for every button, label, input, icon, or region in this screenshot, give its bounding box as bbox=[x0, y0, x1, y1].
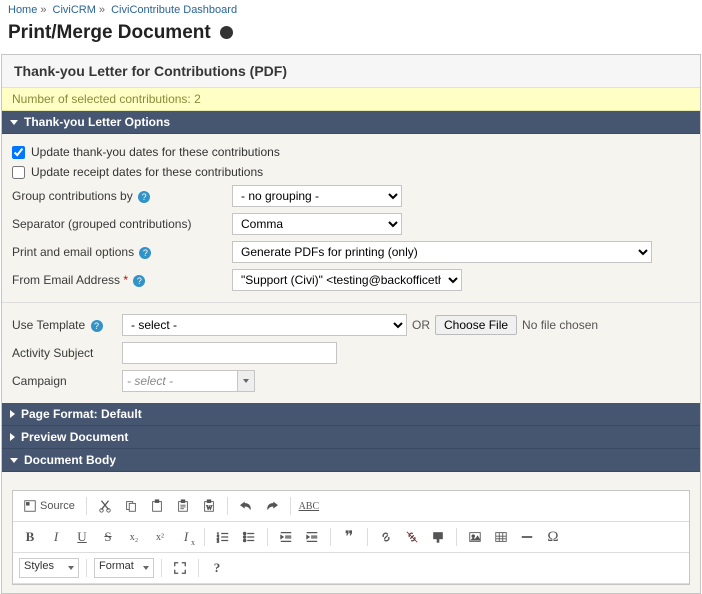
unlink-icon[interactable] bbox=[401, 526, 423, 548]
spellcheck-icon[interactable]: ABC bbox=[298, 495, 320, 517]
separator-select[interactable]: Comma bbox=[232, 213, 402, 235]
gear-icon[interactable] bbox=[220, 26, 233, 39]
help-icon[interactable]: ? bbox=[91, 320, 103, 332]
paste-icon[interactable] bbox=[146, 495, 168, 517]
editor-toolbar-3: Styles Format ? bbox=[13, 553, 689, 584]
page-title: Print/Merge Document bbox=[0, 20, 702, 54]
anchor-icon[interactable] bbox=[427, 526, 449, 548]
print-email-select[interactable]: Generate PDFs for printing (only) bbox=[232, 241, 652, 263]
accordion-body[interactable]: Document Body bbox=[2, 449, 700, 472]
bold-button[interactable]: B bbox=[19, 526, 41, 548]
document-body-pane: Source W ABC B I U S x₂ x² bbox=[2, 472, 700, 593]
help-icon[interactable]: ? bbox=[133, 275, 145, 287]
dialog-title: Thank-you Letter for Contributions (PDF) bbox=[2, 55, 700, 87]
svg-text:W: W bbox=[206, 506, 212, 512]
or-label: OR bbox=[412, 318, 430, 332]
copy-icon[interactable] bbox=[120, 495, 142, 517]
update-thankyou-checkbox[interactable] bbox=[12, 146, 25, 159]
italic-button[interactable]: I bbox=[45, 526, 67, 548]
maximize-icon[interactable] bbox=[169, 557, 191, 579]
no-file-label: No file chosen bbox=[522, 318, 598, 332]
paste-text-icon[interactable] bbox=[172, 495, 194, 517]
help-icon[interactable]: ? bbox=[139, 247, 151, 259]
special-char-icon[interactable]: Ω bbox=[542, 526, 564, 548]
group-by-select[interactable]: - no grouping - bbox=[232, 185, 402, 207]
chevron-right-icon bbox=[10, 410, 15, 418]
table-icon[interactable] bbox=[490, 526, 512, 548]
breadcrumb-home[interactable]: Home bbox=[8, 4, 37, 16]
superscript-button[interactable]: x² bbox=[149, 526, 171, 548]
choose-file-button[interactable]: Choose File bbox=[435, 315, 517, 335]
update-thankyou-label: Update thank-you dates for these contrib… bbox=[31, 145, 280, 159]
remove-format-button[interactable]: Ix bbox=[175, 526, 197, 548]
chevron-down-icon bbox=[10, 120, 18, 125]
underline-button[interactable]: U bbox=[71, 526, 93, 548]
dialog: Thank-you Letter for Contributions (PDF)… bbox=[1, 54, 701, 594]
blockquote-icon[interactable]: ❞ bbox=[338, 526, 360, 548]
accordion-preview[interactable]: Preview Document bbox=[2, 426, 700, 449]
format-select[interactable]: Format bbox=[94, 558, 154, 578]
subscript-button[interactable]: x₂ bbox=[123, 526, 145, 548]
bullet-list-icon[interactable] bbox=[238, 526, 260, 548]
numbered-list-icon[interactable]: 123 bbox=[212, 526, 234, 548]
redo-icon[interactable] bbox=[261, 495, 283, 517]
chevron-down-icon[interactable] bbox=[237, 370, 255, 392]
accordion-options[interactable]: Thank-you Letter Options bbox=[2, 111, 700, 134]
breadcrumb: Home» CiviCRM» CiviContribute Dashboard bbox=[0, 0, 702, 20]
template-select[interactable]: - select - bbox=[122, 314, 407, 336]
help-icon[interactable]: ? bbox=[138, 191, 150, 203]
update-receipt-checkbox[interactable] bbox=[12, 166, 25, 179]
from-email-select[interactable]: "Support (Civi)" <testing@backofficethin… bbox=[232, 269, 462, 291]
breadcrumb-civicrm[interactable]: CiviCRM bbox=[53, 4, 96, 16]
image-icon[interactable] bbox=[464, 526, 486, 548]
breadcrumb-contribute[interactable]: CiviContribute Dashboard bbox=[111, 4, 237, 16]
svg-text:3: 3 bbox=[217, 538, 220, 543]
chevron-right-icon bbox=[10, 433, 15, 441]
outdent-icon[interactable] bbox=[275, 526, 297, 548]
template-pane: Use Template ? - select - OR Choose File… bbox=[2, 302, 700, 403]
paste-word-icon[interactable]: W bbox=[198, 495, 220, 517]
strike-button[interactable]: S bbox=[97, 526, 119, 548]
update-receipt-label: Update receipt dates for these contribut… bbox=[31, 165, 263, 179]
activity-subject-input[interactable] bbox=[122, 342, 337, 364]
options-pane: Update thank-you dates for these contrib… bbox=[2, 134, 700, 302]
hr-icon[interactable] bbox=[516, 526, 538, 548]
undo-icon[interactable] bbox=[235, 495, 257, 517]
source-button[interactable]: Source bbox=[19, 495, 79, 517]
editor-toolbar-2: B I U S x₂ x² Ix 123 ❞ bbox=[13, 522, 689, 553]
campaign-input[interactable] bbox=[122, 370, 237, 392]
editor-toolbar-1: Source W ABC bbox=[13, 491, 689, 522]
accordion-page-format[interactable]: Page Format: Default bbox=[2, 403, 700, 426]
status-bar: Number of selected contributions: 2 bbox=[2, 87, 700, 111]
rich-text-editor: Source W ABC B I U S x₂ x² bbox=[12, 490, 690, 585]
help-button[interactable]: ? bbox=[206, 557, 228, 579]
indent-icon[interactable] bbox=[301, 526, 323, 548]
campaign-combo[interactable] bbox=[122, 370, 255, 392]
cut-icon[interactable] bbox=[94, 495, 116, 517]
styles-select[interactable]: Styles bbox=[19, 558, 79, 578]
link-icon[interactable] bbox=[375, 526, 397, 548]
chevron-down-icon bbox=[10, 458, 18, 463]
